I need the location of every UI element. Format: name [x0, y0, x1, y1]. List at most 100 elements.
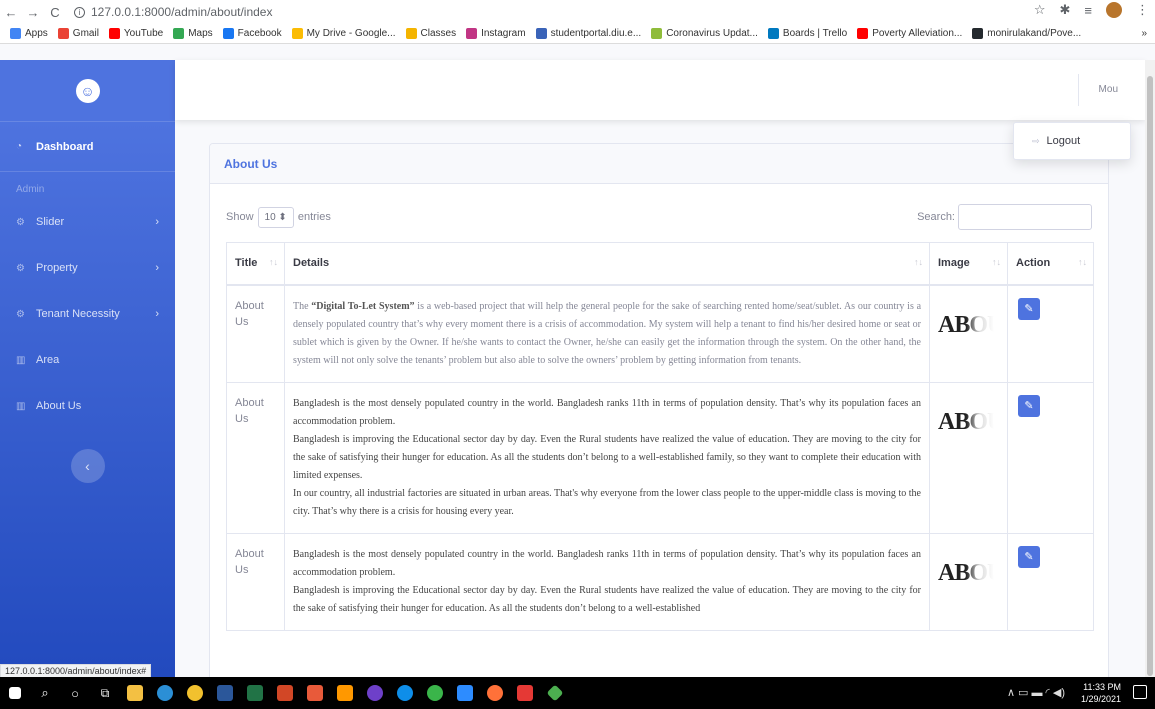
- system-tray-icons[interactable]: ∧ ▭ ▬ ◜ ◀): [1007, 686, 1065, 699]
- sidebar-item-dashboard[interactable]: ◔ Dashboard: [0, 122, 175, 172]
- clock[interactable]: 11:33 PM 1/29/2021: [1081, 681, 1121, 705]
- bookmarks-more-icon[interactable]: »: [1141, 28, 1147, 39]
- bookmark-item[interactable]: Maps: [173, 28, 213, 39]
- teamviewer-icon[interactable]: [390, 677, 420, 709]
- page-size-value: 10: [264, 211, 276, 223]
- github-icon[interactable]: [360, 677, 390, 709]
- extensions-icon[interactable]: ✱: [1060, 2, 1071, 18]
- sidebar-item-tenant-necessity[interactable]: ⚙ Tenant Necessity ›: [0, 291, 175, 337]
- bookmark-icon: [535, 28, 547, 39]
- sidebar-item-property[interactable]: ⚙ Property ›: [0, 245, 175, 291]
- bookmark-item[interactable]: Boards | Trello: [767, 28, 848, 39]
- chevron-right-icon: ›: [155, 308, 159, 320]
- sign-out-icon: ⇨: [1032, 135, 1040, 146]
- sidebar-item-area[interactable]: ▥ Area: [0, 337, 175, 383]
- file-explorer-icon[interactable]: [120, 677, 150, 709]
- app-icon[interactable]: [510, 677, 540, 709]
- topbar: Mou: [175, 60, 1145, 120]
- bookmark-item[interactable]: YouTube: [108, 28, 164, 39]
- bookmark-icon: [857, 28, 869, 39]
- column-header-image[interactable]: Image ↑↓: [929, 242, 1008, 286]
- logout-menu-item[interactable]: ⇨ Logout: [1013, 122, 1131, 160]
- word-icon[interactable]: [210, 677, 240, 709]
- column-header-title[interactable]: Title ↑↓: [226, 242, 285, 286]
- search-input[interactable]: [958, 204, 1092, 230]
- git-icon[interactable]: [540, 677, 570, 709]
- bookmark-label: Apps: [25, 28, 48, 39]
- bookmark-item[interactable]: My Drive - Google...: [291, 28, 396, 39]
- row-title: About Us: [226, 532, 285, 631]
- table-row: About Us The “Digital To-Let System” is a…: [226, 284, 1094, 383]
- edge-icon[interactable]: [150, 677, 180, 709]
- scroll-thumb[interactable]: [1147, 76, 1153, 676]
- column-header-action[interactable]: Action ↑↓: [1007, 242, 1094, 286]
- windows-start-icon[interactable]: [0, 677, 30, 709]
- about-image: ABOUT: [938, 312, 1019, 346]
- sort-icon: ↑↓: [992, 257, 1001, 268]
- row-action-cell: ✎: [1007, 284, 1094, 383]
- info-icon[interactable]: i: [74, 6, 85, 18]
- reload-icon[interactable]: C: [44, 5, 66, 20]
- chevron-right-icon: ›: [155, 262, 159, 274]
- about-image: ABOUT: [938, 560, 1019, 594]
- sidebar-heading: Admin: [16, 184, 45, 195]
- about-us-card: About Us Show 10 ⬍ entries Search: Title…: [209, 143, 1109, 703]
- bookmark-icon: [767, 28, 779, 39]
- bookmark-label: My Drive - Google...: [306, 28, 396, 39]
- bookmark-label: YouTube: [123, 28, 164, 39]
- bookmark-item[interactable]: monirulakand/Pove...: [972, 28, 1081, 39]
- firefox-icon[interactable]: [480, 677, 510, 709]
- bookmark-label: Boards | Trello: [782, 28, 848, 39]
- dashboard-icon: ◔: [16, 141, 23, 152]
- back-icon[interactable]: ←: [0, 5, 22, 20]
- bookmark-item[interactable]: Gmail: [57, 28, 99, 39]
- bookmark-item[interactable]: studentportal.diu.e...: [535, 28, 641, 39]
- media-icon[interactable]: ≡: [1084, 3, 1092, 18]
- sidebar-item-about-us[interactable]: ▥ About Us: [0, 383, 175, 429]
- task-view-icon[interactable]: ⧉: [90, 677, 120, 709]
- app-icon[interactable]: [420, 677, 450, 709]
- user-name[interactable]: Mou: [1099, 84, 1118, 95]
- powerpoint-icon[interactable]: [270, 677, 300, 709]
- bookmark-item[interactable]: Apps: [10, 28, 48, 39]
- profile-avatar[interactable]: [1106, 2, 1122, 18]
- sublime-icon[interactable]: [330, 677, 360, 709]
- cortana-icon[interactable]: ○: [60, 677, 90, 709]
- length-control: Show 10 ⬍ entries: [226, 206, 331, 228]
- sidebar-item-label: Dashboard: [36, 140, 94, 153]
- sidebar-toggle-button[interactable]: ‹: [70, 449, 105, 483]
- edit-button[interactable]: ✎: [1018, 545, 1040, 568]
- chrome-icon[interactable]: [180, 677, 210, 709]
- bookmark-star-icon[interactable]: ☆: [1034, 2, 1046, 18]
- bookmark-icon: [222, 28, 234, 39]
- menu-icon[interactable]: ⋮: [1136, 2, 1149, 18]
- logout-label: Logout: [1046, 135, 1081, 147]
- app-icon[interactable]: [300, 677, 330, 709]
- page-scrollbar[interactable]: [1145, 60, 1155, 677]
- bookmark-item[interactable]: Coronavirus Updat...: [651, 28, 758, 39]
- bookmark-item[interactable]: Facebook: [222, 28, 282, 39]
- edit-button[interactable]: ✎: [1018, 394, 1040, 417]
- row-image-cell: ABOUT: [929, 381, 1019, 534]
- search-icon[interactable]: ⌕: [30, 677, 60, 709]
- bookmark-label: Poverty Alleviation...: [872, 28, 963, 39]
- column-header-details[interactable]: Details ↑↓: [284, 242, 930, 286]
- bookmark-label: Coronavirus Updat...: [666, 28, 758, 39]
- zoom-icon[interactable]: [450, 677, 480, 709]
- notification-icon[interactable]: [1133, 685, 1147, 699]
- bookmark-label: Instagram: [481, 28, 526, 39]
- forward-icon[interactable]: →: [22, 5, 44, 20]
- address-text: 127.0.0.1:8000/admin/about/index: [91, 5, 273, 19]
- bookmark-item[interactable]: Poverty Alleviation...: [857, 28, 962, 39]
- bookmark-item[interactable]: Classes: [405, 28, 456, 39]
- brand[interactable]: ☺: [0, 60, 175, 122]
- sidebar-item-slider[interactable]: ⚙ Slider ›: [0, 199, 175, 245]
- edit-button[interactable]: ✎: [1018, 297, 1040, 320]
- page-size-select[interactable]: 10 ⬍: [257, 206, 294, 228]
- bookmark-icon: [173, 28, 185, 39]
- bookmark-item[interactable]: Instagram: [466, 28, 526, 39]
- column-header-label: Details: [293, 257, 330, 270]
- address-bar[interactable]: i 127.0.0.1:8000/admin/about/index: [74, 5, 272, 19]
- column-header-label: Action: [1016, 257, 1051, 270]
- excel-icon[interactable]: [240, 677, 270, 709]
